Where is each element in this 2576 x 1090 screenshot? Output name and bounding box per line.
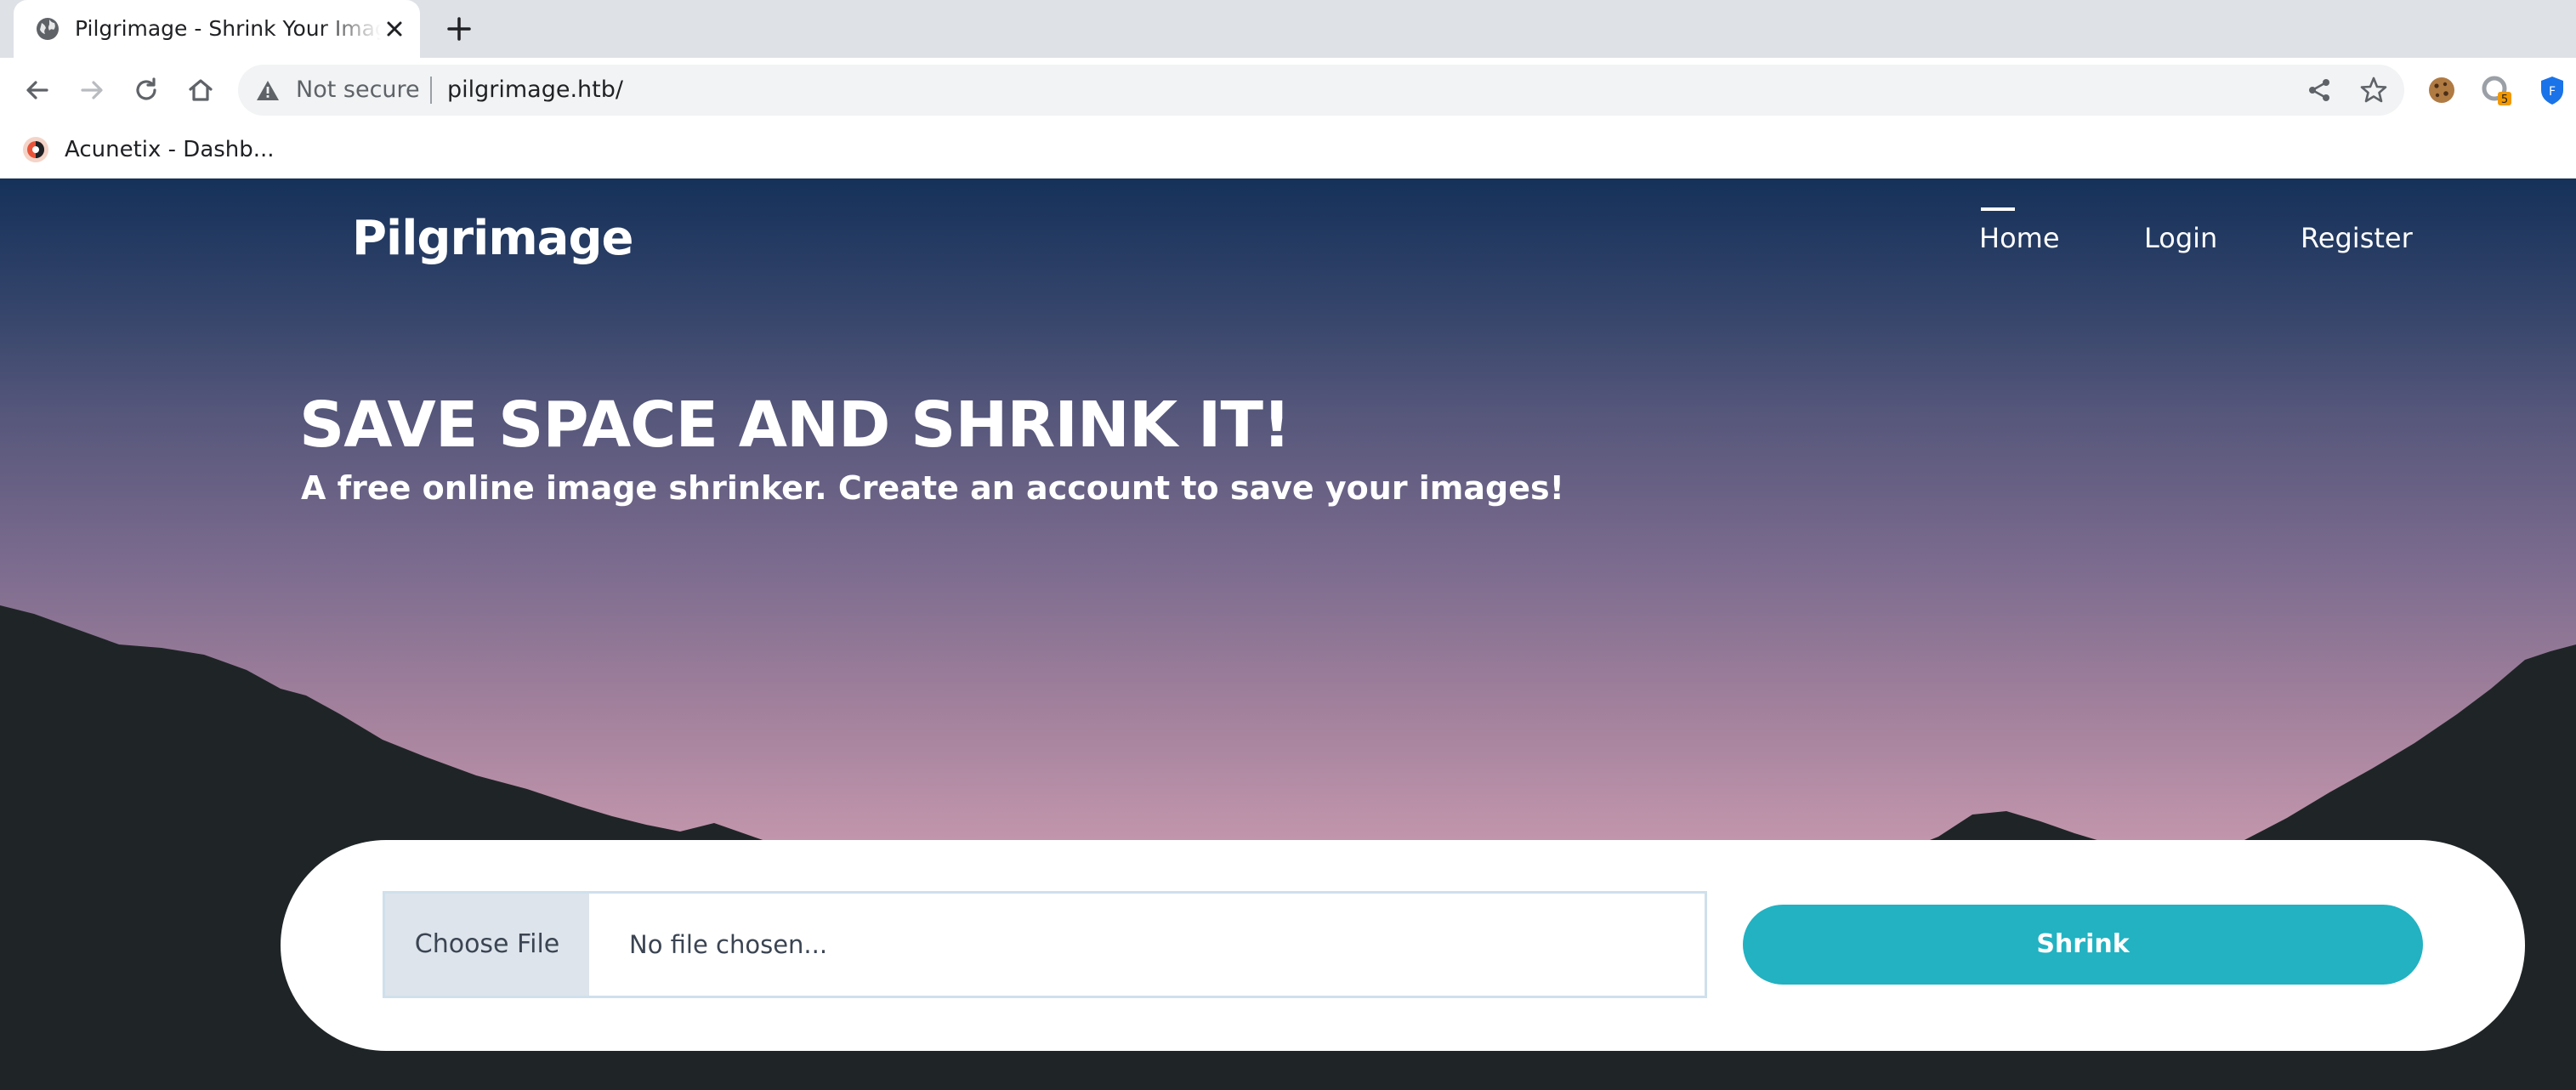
nav-active-indicator xyxy=(1981,207,2015,211)
address-divider xyxy=(430,77,432,104)
close-icon[interactable] xyxy=(381,15,408,43)
nav-home[interactable]: Home xyxy=(1979,218,2060,258)
security-label[interactable]: Not secure xyxy=(296,73,420,107)
back-icon[interactable] xyxy=(22,75,53,105)
bookmark-acunetix[interactable]: Acunetix - Dashb... xyxy=(65,134,275,165)
warning-icon[interactable] xyxy=(255,78,281,102)
bookmarks-bar xyxy=(0,122,2576,179)
url-text[interactable]: pilgrimage.htb/ xyxy=(447,73,623,107)
extension-badge: 5 xyxy=(2501,94,2508,106)
site-logo[interactable]: Pilgrimage xyxy=(352,207,634,270)
star-icon[interactable] xyxy=(2358,75,2389,105)
extension-icon[interactable]: 5 xyxy=(2479,73,2513,107)
browser-tab[interactable]: Pilgrimage - Shrink Your Images xyxy=(14,0,420,58)
new-tab-icon[interactable] xyxy=(444,14,474,44)
acunetix-icon[interactable] xyxy=(20,134,51,165)
forward-icon[interactable] xyxy=(77,75,107,105)
profile-initial: F xyxy=(2549,85,2556,99)
hero-subtitle: A free online image shrinker. Create an … xyxy=(301,469,1564,507)
cookie-icon[interactable] xyxy=(2425,73,2459,107)
nav-register[interactable]: Register xyxy=(2301,218,2413,258)
nav-login[interactable]: Login xyxy=(2144,218,2217,258)
shrink-button[interactable]: Shrink xyxy=(1743,905,2423,985)
file-status-text: No file chosen... xyxy=(629,930,828,959)
reload-icon[interactable] xyxy=(131,75,162,105)
share-icon[interactable] xyxy=(2304,75,2335,105)
home-icon[interactable] xyxy=(185,75,216,105)
tab-title: Pilgrimage - Shrink Your Images xyxy=(75,16,381,41)
profile-icon[interactable]: F xyxy=(2535,73,2569,107)
choose-file-button[interactable]: Choose File xyxy=(385,894,589,996)
hero-title: SAVE SPACE AND SHRINK IT! xyxy=(299,389,1291,462)
globe-icon xyxy=(37,18,59,40)
